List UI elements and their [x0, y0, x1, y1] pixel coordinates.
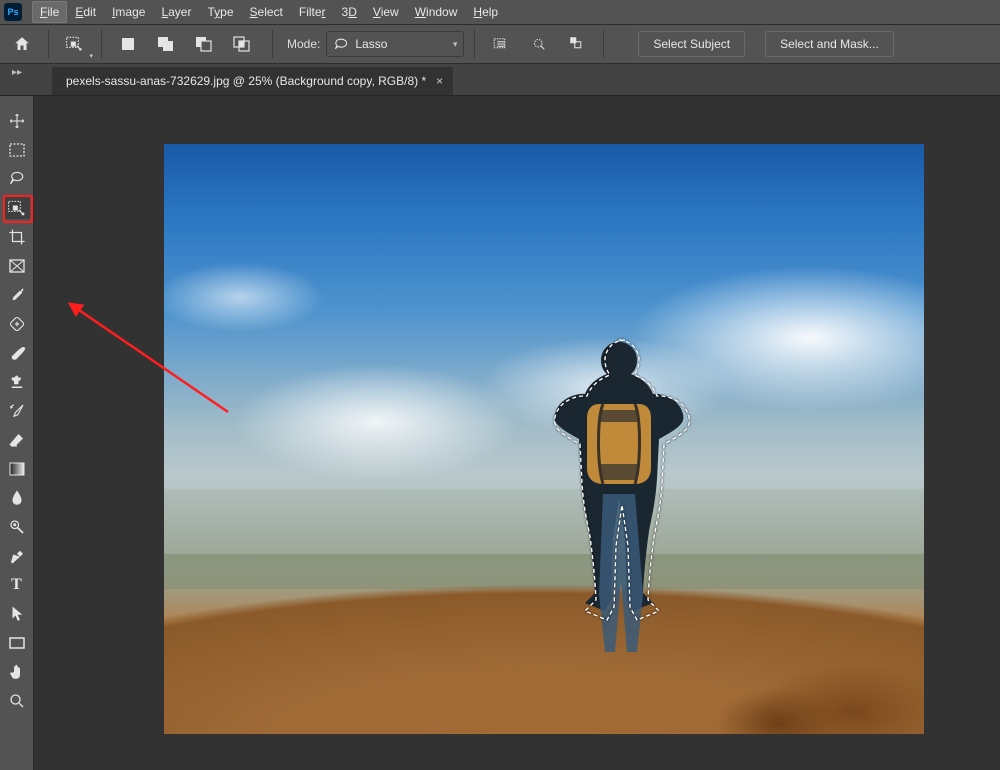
rectangular-marquee-tool[interactable]: [4, 139, 30, 161]
rectangle-tool[interactable]: [4, 632, 30, 654]
add-to-selection-icon[interactable]: [150, 30, 182, 58]
dodge-tool[interactable]: [4, 516, 30, 538]
eraser-tool[interactable]: [4, 429, 30, 451]
crop-tool[interactable]: [4, 226, 30, 248]
clone-stamp-tool[interactable]: [4, 371, 30, 393]
mode-dropdown[interactable]: Lasso ▾: [326, 31, 464, 57]
pen-tool[interactable]: [4, 545, 30, 567]
menu-view[interactable]: View: [365, 1, 407, 23]
chevron-down-icon: ▾: [453, 39, 458, 50]
document-tab-title: pexels-sassu-anas-732629.jpg @ 25% (Back…: [66, 74, 426, 88]
menu-edit[interactable]: Edit: [67, 1, 104, 23]
subtract-from-selection-icon[interactable]: [188, 30, 220, 58]
zoom-tool[interactable]: [4, 690, 30, 712]
menu-layer[interactable]: Layer: [153, 1, 199, 23]
sample-all-layers-icon[interactable]: [485, 30, 517, 58]
history-brush-tool[interactable]: [4, 400, 30, 422]
canvas-area[interactable]: [34, 96, 1000, 770]
lasso-tool[interactable]: [4, 168, 30, 190]
app-logo: Ps: [4, 3, 22, 21]
gradient-tool[interactable]: [4, 458, 30, 480]
intersect-selection-icon[interactable]: [226, 30, 258, 58]
brush-tool[interactable]: [4, 342, 30, 364]
image-person: [529, 334, 709, 674]
document-tab[interactable]: pexels-sassu-anas-732629.jpg @ 25% (Back…: [52, 67, 453, 95]
menu-window[interactable]: Window: [407, 1, 466, 23]
panel-chevrons-icon[interactable]: ▸▸: [0, 65, 34, 79]
mode-value: Lasso: [355, 37, 387, 51]
menu-filter[interactable]: Filter: [291, 1, 334, 23]
object-selection-tool[interactable]: [4, 197, 30, 219]
menu-file[interactable]: File: [32, 1, 67, 23]
mode-label: Mode:: [287, 37, 320, 51]
menu-3d[interactable]: 3D: [334, 1, 365, 23]
eyedropper-tool[interactable]: [4, 284, 30, 306]
select-and-mask-button[interactable]: Select and Mask...: [765, 31, 894, 57]
document-canvas[interactable]: [164, 144, 924, 734]
tool-strip: T: [0, 96, 34, 770]
healing-brush-tool[interactable]: [4, 313, 30, 335]
new-selection-icon[interactable]: [112, 30, 144, 58]
frame-tool[interactable]: [4, 255, 30, 277]
document-tab-bar: ▸▸ pexels-sassu-anas-732629.jpg @ 25% (B…: [0, 64, 1000, 96]
close-icon[interactable]: ×: [436, 74, 443, 88]
enhance-edge-icon[interactable]: [523, 30, 555, 58]
objectfinder-icon[interactable]: [561, 30, 593, 58]
menu-help[interactable]: Help: [465, 1, 506, 23]
menu-type[interactable]: Type: [199, 1, 241, 23]
blur-tool[interactable]: [4, 487, 30, 509]
type-tool[interactable]: T: [4, 574, 30, 596]
main-area: T: [0, 96, 1000, 770]
home-button[interactable]: [6, 30, 38, 58]
options-bar: ▾ Mode: Lasso ▾ Select Subject Select an…: [0, 24, 1000, 64]
menu-select[interactable]: Select: [242, 1, 291, 23]
lasso-icon: [333, 37, 349, 51]
tool-preset-picker[interactable]: ▾: [59, 30, 91, 58]
menu-bar: Ps File Edit Image Layer Type Select Fil…: [0, 0, 1000, 24]
move-tool[interactable]: [4, 110, 30, 132]
path-selection-tool[interactable]: [4, 603, 30, 625]
menu-image[interactable]: Image: [104, 1, 153, 23]
hand-tool[interactable]: [4, 661, 30, 683]
select-subject-button[interactable]: Select Subject: [638, 31, 745, 57]
